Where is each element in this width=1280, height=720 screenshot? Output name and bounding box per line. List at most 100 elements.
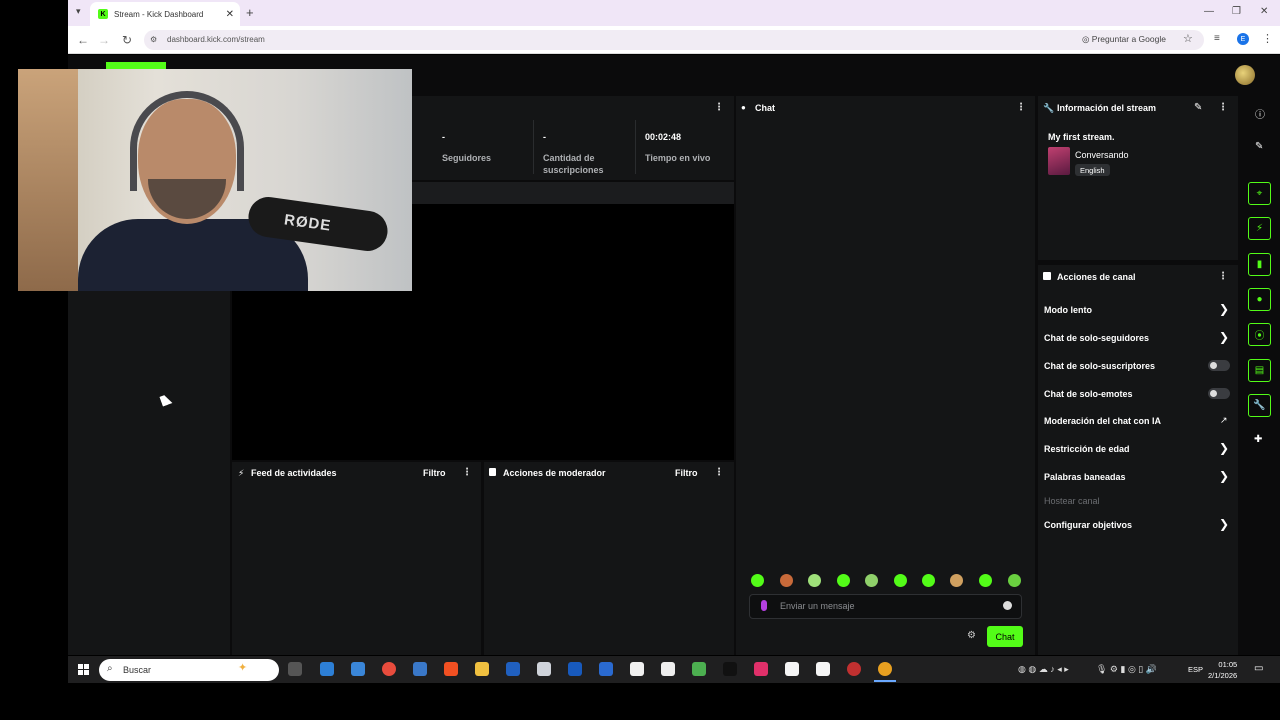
tiktok-icon[interactable]	[723, 662, 737, 676]
taskbar-search-placeholder[interactable]: Buscar	[123, 665, 151, 675]
chat-send-button[interactable]: Chat	[987, 626, 1023, 647]
obs-icon[interactable]	[847, 662, 861, 676]
url-text[interactable]: dashboard.kick.com/stream	[167, 35, 265, 44]
emote-icon[interactable]	[837, 574, 850, 587]
subs-only-toggle[interactable]	[1208, 360, 1230, 371]
emotes-only-toggle[interactable]	[1208, 388, 1230, 399]
action-subs-only[interactable]: Chat de solo-suscriptores	[1044, 361, 1155, 371]
chat-settings-gear-icon[interactable]: ⚙	[967, 630, 976, 641]
chart-icon[interactable]: ↗	[1220, 415, 1228, 426]
action-slow-mode[interactable]: Modo lento	[1044, 305, 1092, 315]
emote-icon[interactable]	[808, 574, 821, 587]
copilot-sparkle-icon[interactable]: ✦	[238, 661, 247, 674]
chat-panel	[736, 96, 1035, 655]
chat-placeholder[interactable]: Enviar un mensaje	[780, 601, 855, 611]
close-tab-icon[interactable]: ✕	[226, 9, 234, 20]
app-icon[interactable]	[661, 662, 675, 676]
emote-icon[interactable]	[780, 574, 793, 587]
stats-menu-icon[interactable]: ⋮	[714, 102, 724, 113]
chevron-right-icon[interactable]: ❯	[1219, 302, 1229, 316]
emote-icon[interactable]	[865, 574, 878, 587]
microphone-icon[interactable]	[761, 600, 767, 611]
bookmark-star-icon[interactable]: ☆	[1183, 32, 1193, 45]
chevron-right-icon[interactable]: ❯	[1219, 330, 1229, 344]
action-goals[interactable]: Configurar objetivos	[1044, 520, 1132, 530]
calculator-icon[interactable]	[413, 662, 427, 676]
action-age-restriction[interactable]: Restricción de edad	[1044, 444, 1130, 454]
browser-tab[interactable]: K Stream - Kick Dashboard ✕	[90, 2, 240, 26]
mod-menu-icon[interactable]: ⋮	[714, 467, 724, 478]
emote-icon[interactable]	[979, 574, 992, 587]
close-window-icon[interactable]: ✕	[1260, 6, 1268, 17]
mod-filter-button[interactable]: Filtro	[675, 468, 698, 478]
windows-start-icon[interactable]	[78, 664, 89, 675]
rail-shield-icon[interactable]: ▮	[1248, 253, 1271, 276]
user-avatar[interactable]	[1235, 65, 1255, 85]
rail-focus-icon[interactable]: ⌖	[1248, 182, 1271, 205]
emote-icon[interactable]	[950, 574, 963, 587]
tab-strip-icon[interactable]: ≡	[1214, 33, 1220, 44]
edge-icon[interactable]	[320, 662, 334, 676]
chrome-active-icon[interactable]	[878, 662, 892, 676]
action-ai-moderation[interactable]: Moderación del chat con IA	[1044, 416, 1161, 426]
document-icon[interactable]	[816, 662, 830, 676]
kick-logo[interactable]	[106, 62, 166, 69]
add-widget-icon[interactable]: ✚	[1254, 434, 1262, 445]
chevron-right-icon[interactable]: ❯	[1219, 517, 1229, 531]
chevron-right-icon[interactable]: ❯	[1219, 469, 1229, 483]
feed-menu-icon[interactable]: ⋮	[462, 467, 472, 478]
app-icon[interactable]	[506, 662, 520, 676]
new-tab-icon[interactable]: +	[246, 5, 254, 20]
tray-icon[interactable]: ◍ ◍ ☁ ♪ ◂ ▸	[1018, 664, 1069, 675]
reload-icon[interactable]: ↻	[122, 33, 132, 47]
emote-icon[interactable]	[751, 574, 764, 587]
action-followers-only[interactable]: Chat de solo-seguidores	[1044, 333, 1149, 343]
minimize-icon[interactable]: —	[1204, 6, 1214, 17]
microsoft-icon[interactable]	[444, 662, 458, 676]
word-icon[interactable]	[568, 662, 582, 676]
capcut-icon[interactable]	[630, 662, 644, 676]
tab-search-icon[interactable]: ▾	[76, 6, 81, 17]
rail-broadcast-icon[interactable]: ⦿	[1248, 323, 1271, 346]
forward-icon[interactable]: →	[98, 33, 110, 47]
emote-icon[interactable]	[894, 574, 907, 587]
browser-menu-icon[interactable]: ⋮	[1262, 32, 1273, 45]
language-indicator[interactable]: ESP	[1188, 665, 1203, 674]
emote-icon[interactable]	[1008, 574, 1021, 587]
restore-icon[interactable]: ❐	[1232, 6, 1241, 17]
emoji-picker-icon[interactable]	[1003, 601, 1012, 610]
profile-avatar[interactable]: E	[1237, 33, 1249, 45]
rail-chat-icon[interactable]: ●	[1248, 288, 1271, 311]
app-icon[interactable]	[599, 662, 613, 676]
chevron-right-icon[interactable]: ❯	[1219, 441, 1229, 455]
action-emotes-only[interactable]: Chat de solo-emotes	[1044, 389, 1133, 399]
task-view-icon[interactable]	[288, 662, 302, 676]
rail-bolt-icon[interactable]: ⚡	[1248, 217, 1271, 240]
tray-icon[interactable]: 🎙 ⚙ ▮ ◎ ▯ 🔊	[1096, 664, 1157, 675]
category-name[interactable]: Conversando	[1075, 150, 1129, 160]
rail-actions-icon[interactable]: ▤	[1248, 359, 1271, 382]
notification-icon[interactable]: ▭	[1254, 663, 1263, 674]
info-icon[interactable]: ⓘ	[1255, 106, 1265, 121]
store-icon[interactable]	[351, 662, 365, 676]
taskbar-clock[interactable]: 01:05 2/1/2026	[1208, 659, 1237, 681]
omnibox[interactable]	[144, 30, 1204, 50]
app-icon[interactable]	[537, 662, 551, 676]
edit-pencil-icon[interactable]: ✎	[1194, 102, 1202, 113]
info-menu-icon[interactable]: ⋮	[1218, 102, 1228, 113]
ask-google-button[interactable]: ◎ Preguntar a Google	[1082, 34, 1166, 45]
chat-menu-icon[interactable]: ⋮	[1016, 102, 1026, 113]
action-banned-words[interactable]: Palabras baneadas	[1044, 472, 1126, 482]
chrome-icon[interactable]	[382, 662, 396, 676]
tiktok-live-icon[interactable]	[754, 662, 768, 676]
emote-icon[interactable]	[922, 574, 935, 587]
rail-wrench-icon[interactable]: 🔧	[1248, 394, 1271, 417]
document-icon[interactable]	[785, 662, 799, 676]
actions-menu-icon[interactable]: ⋮	[1218, 271, 1228, 282]
file-explorer-icon[interactable]	[475, 662, 489, 676]
site-info-icon[interactable]: ⚙	[150, 35, 157, 44]
edit-icon[interactable]: ✎	[1255, 141, 1263, 152]
feed-filter-button[interactable]: Filtro	[423, 468, 446, 478]
back-icon[interactable]: ←	[77, 33, 89, 47]
photos-icon[interactable]	[692, 662, 706, 676]
